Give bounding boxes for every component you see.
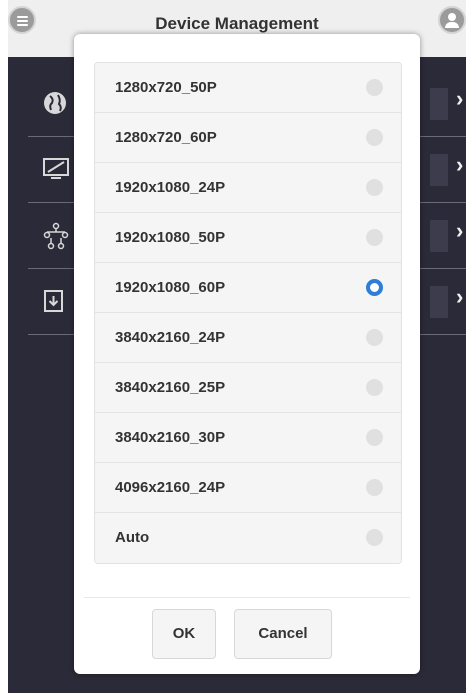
page-title: Device Management [155,14,319,33]
radio-unselected-icon[interactable] [366,229,383,246]
network-icon [42,222,70,255]
resolution-option[interactable]: 1920x1080_60P [95,263,401,313]
resolution-option-label: 1280x720_50P [115,79,217,96]
resolution-option-label: 1280x720_60P [115,129,217,146]
resolution-option-label: 3840x2160_24P [115,329,226,346]
resolution-option[interactable]: Auto [95,513,401,563]
resolution-option[interactable]: 3840x2160_30P [95,413,401,463]
resolution-dialog: 1280x720_50P 1280x720_60P 1920x1080_24P 192… [74,34,420,674]
resolution-option-label: 1920x1080_24P [115,179,226,196]
cancel-button[interactable]: Cancel [234,609,332,659]
radio-unselected-icon[interactable] [366,429,383,446]
radio-unselected-icon[interactable] [366,379,383,396]
resolution-option[interactable]: 1280x720_60P [95,113,401,163]
user-icon[interactable] [438,6,466,34]
radio-selected-icon[interactable] [366,279,383,296]
chevron-right-icon: › [456,284,464,309]
monitor-icon [42,156,70,187]
resolution-option[interactable]: 1280x720_50P [95,63,401,113]
dialog-divider [84,597,410,598]
resolution-option[interactable]: 1920x1080_50P [95,213,401,263]
radio-unselected-icon[interactable] [366,79,383,96]
resolution-option[interactable]: 1920x1080_24P [95,163,401,213]
radio-unselected-icon[interactable] [366,129,383,146]
chevron-right-icon: › [456,86,464,111]
resolution-option[interactable]: 4096x2160_24P [95,463,401,513]
resolution-option-label: 3840x2160_30P [115,429,226,446]
resolution-option-label: 3840x2160_25P [115,379,226,396]
resolution-option-list: 1280x720_50P 1280x720_60P 1920x1080_24P 192… [94,62,402,564]
resolution-option-label: 1920x1080_50P [115,229,226,246]
radio-unselected-icon[interactable] [366,179,383,196]
globe-icon [42,90,68,121]
radio-unselected-icon[interactable] [366,479,383,496]
chevron-right-icon: › [456,218,464,243]
ok-button[interactable]: OK [152,609,216,659]
resolution-option-label: Auto [115,529,150,546]
radio-unselected-icon[interactable] [366,329,383,346]
chevron-right-icon: › [456,152,464,177]
resolution-option-label: 1920x1080_60P [115,279,226,296]
resolution-option[interactable]: 3840x2160_24P [95,313,401,363]
radio-unselected-icon[interactable] [366,529,383,546]
resolution-option[interactable]: 3840x2160_25P [95,363,401,413]
resolution-option-label: 4096x2160_24P [115,479,226,496]
download-icon [42,288,66,319]
